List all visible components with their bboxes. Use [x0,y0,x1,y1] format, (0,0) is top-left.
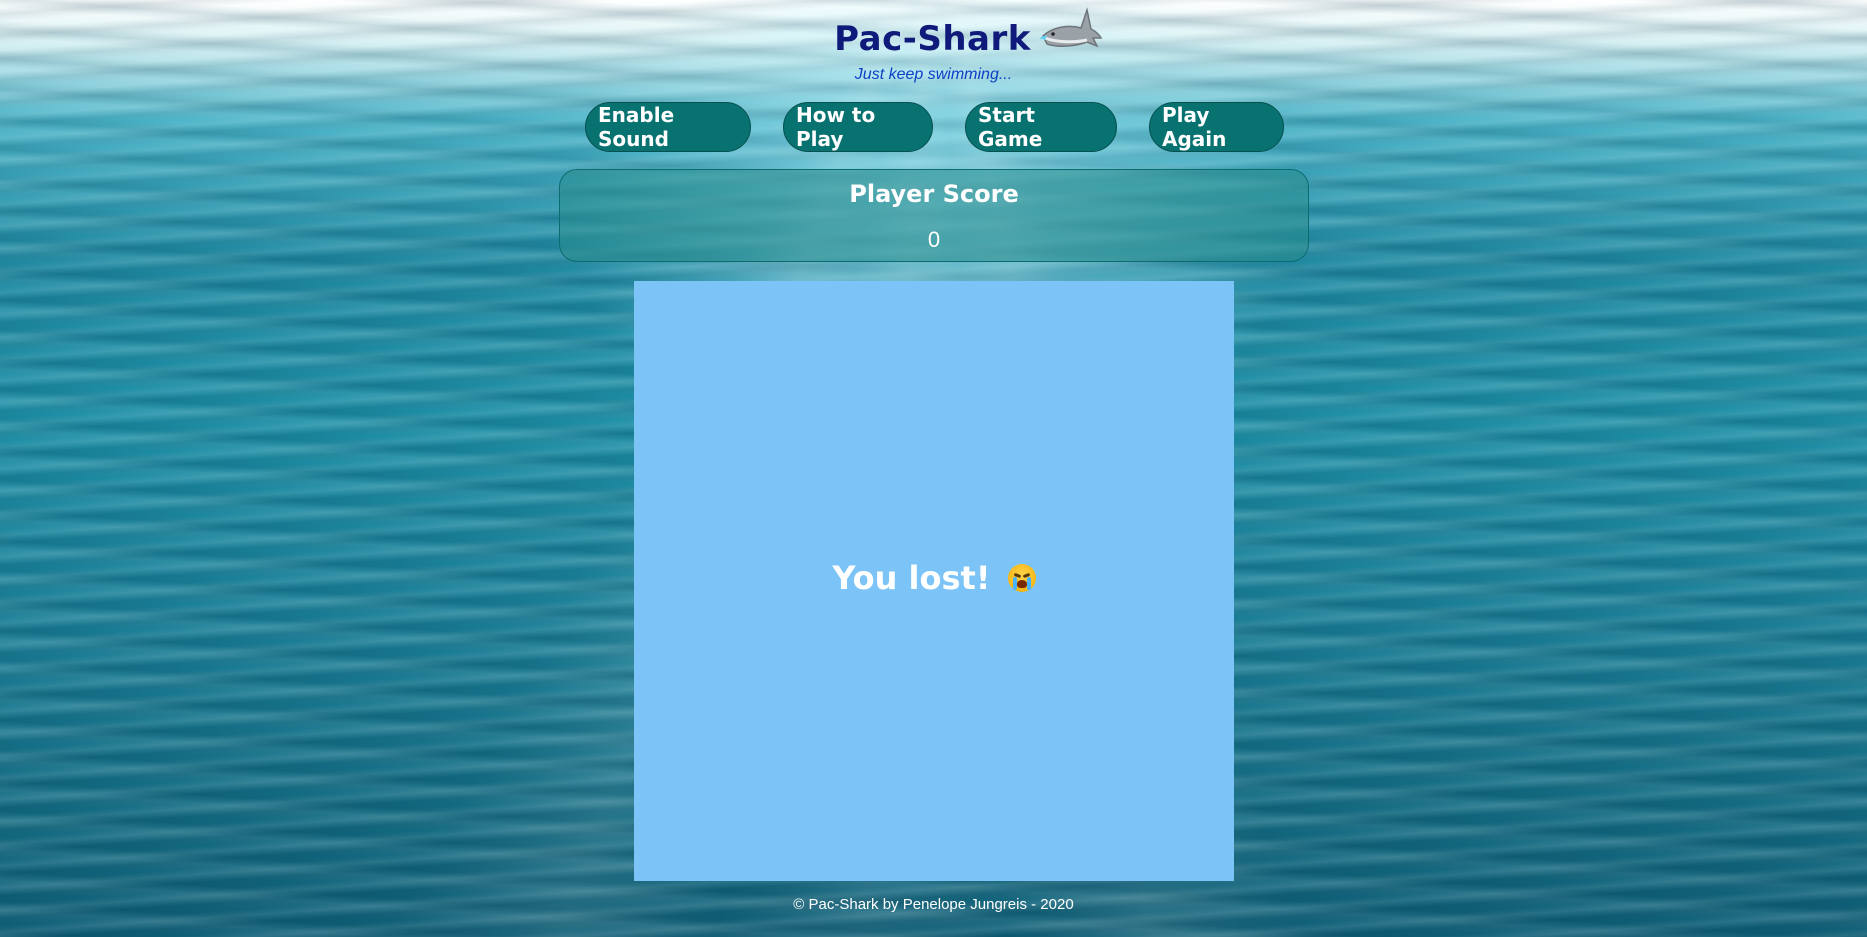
score-panel: Player Score 0 [559,169,1309,262]
crying-face-icon [1007,564,1036,592]
start-game-button[interactable]: Start Game [965,102,1117,152]
game-over-text: You lost! [832,559,991,597]
how-to-play-button[interactable]: How to Play [783,102,933,152]
footer-copyright: © Pac-Shark by Penelope Jungreis - 2020 [793,896,1074,913]
score-value: 0 [927,227,941,252]
shark-icon [1038,7,1103,48]
control-buttons: Enable Sound How to Play Start Game Play… [585,102,1284,154]
game-over-message: You lost! [634,559,1234,597]
title-row: Pac-Shark [0,7,1867,64]
enable-sound-button[interactable]: Enable Sound [585,102,751,152]
page-title: Pac-Shark [834,19,1031,59]
game-board[interactable]: You lost! [634,281,1234,881]
play-again-button[interactable]: Play Again [1149,102,1284,152]
tagline: Just keep swimming... [854,66,1013,83]
score-label: Player Score [849,180,1019,208]
